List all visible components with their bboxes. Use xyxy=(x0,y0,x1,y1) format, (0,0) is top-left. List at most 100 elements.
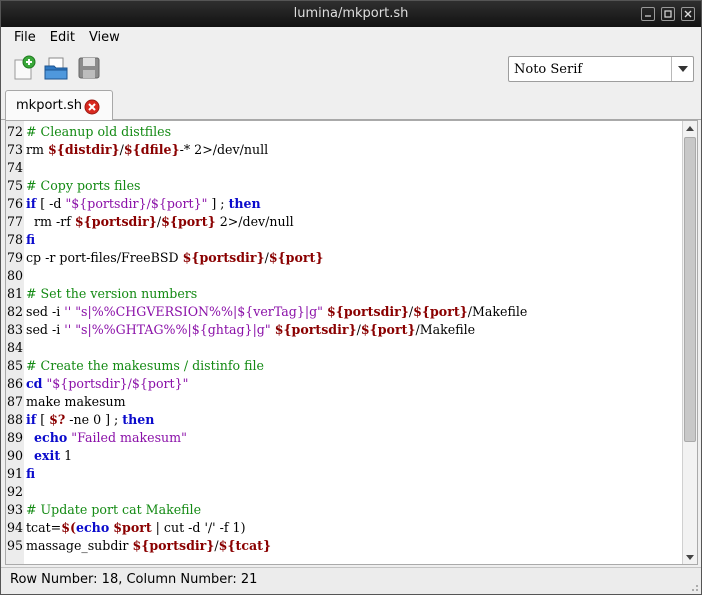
code-line[interactable]: 76 if [ -d "${portsdir}/${port}" ] ; then xyxy=(6,195,681,213)
code-line[interactable]: 91 fi xyxy=(6,465,681,483)
cursor-position: Row Number: 18, Column Number: 21 xyxy=(10,572,258,587)
line-number: 95 xyxy=(7,538,24,553)
line-number: 94 xyxy=(7,520,24,535)
plain-token: sed -i xyxy=(26,304,65,319)
resize-grip-icon[interactable] xyxy=(689,582,699,592)
plain-token: -* 2>/dev/null xyxy=(179,142,269,157)
plain-token: 1 xyxy=(60,448,73,463)
variable-token: ${portsdir} xyxy=(74,214,157,229)
plain-token: [ xyxy=(36,412,50,427)
window-title: lumina/mkport.sh xyxy=(293,6,409,21)
new-file-button[interactable] xyxy=(11,55,37,81)
code-line[interactable]: 75 # Copy ports files xyxy=(6,177,681,195)
plain-token: cp -r port-files/FreeBSD xyxy=(26,250,183,265)
keyword-token: then xyxy=(228,196,261,211)
line-number: 90 xyxy=(7,448,24,463)
keyword-token: echo xyxy=(75,520,110,535)
code-line[interactable]: 81 # Set the version numbers xyxy=(6,285,681,303)
font-selector[interactable]: Noto Serif xyxy=(508,56,694,82)
tab-bar: mkport.sh xyxy=(1,87,701,121)
close-window-button[interactable] xyxy=(681,7,695,21)
code-line[interactable]: 79 cp -r port-files/FreeBSD ${portsdir}/$… xyxy=(6,249,681,267)
code-line[interactable]: 94 tcat=$(echo $port | cut -d '/' -f 1) xyxy=(6,519,681,537)
plain-token: rm xyxy=(26,142,48,157)
line-number: 88 xyxy=(7,412,24,427)
plain-token: | cut -d '/' -f 1) xyxy=(151,520,246,535)
line-number: 74 xyxy=(7,160,24,175)
code-line[interactable]: 73 rm ${distdir}/${dfile}-* 2>/dev/null xyxy=(6,141,681,159)
variable-token: $? xyxy=(49,412,66,427)
close-tab-icon[interactable] xyxy=(84,99,100,115)
line-number: 78 xyxy=(7,232,24,247)
string-token: "${portsdir}/${port}" xyxy=(65,196,208,211)
title-bar[interactable]: lumina/mkport.sh xyxy=(1,1,701,27)
code-line[interactable]: 87 make makesum xyxy=(6,393,681,411)
line-number: 84 xyxy=(7,340,24,355)
code-line[interactable]: 84 xyxy=(6,339,681,357)
plain-token: /Makefile xyxy=(415,322,476,337)
minimize-button[interactable] xyxy=(641,7,655,21)
line-number: 77 xyxy=(7,214,24,229)
editor-window: lumina/mkport.sh File Edit View Noto Ser… xyxy=(0,0,702,595)
code-text: # Set the version numbers xyxy=(24,285,197,303)
code-lines[interactable]: 72 # Cleanup old distfiles 73 rm ${distdir}… xyxy=(6,123,681,555)
code-line[interactable]: 85 # Create the makesums / distinfo file xyxy=(6,357,681,375)
code-line[interactable]: 92 xyxy=(6,483,681,501)
maximize-button[interactable] xyxy=(661,7,675,21)
menu-file[interactable]: File xyxy=(7,27,43,49)
code-line[interactable]: 74 xyxy=(6,159,681,177)
variable-token: ${portsdir} xyxy=(274,322,357,337)
tab-mkport[interactable]: mkport.sh xyxy=(5,90,113,121)
line-number: 72 xyxy=(7,124,24,139)
code-line[interactable]: 88 if [ $? -ne 0 ] ; then xyxy=(6,411,681,429)
plain-token: -ne 0 ] ; xyxy=(65,412,123,427)
code-line[interactable]: 89 echo "Failed makesum" xyxy=(6,429,681,447)
chevron-down-icon xyxy=(677,66,688,72)
variable-token: ${port} xyxy=(360,322,416,337)
code-line[interactable]: 82 sed -i '' "s|%%CHGVERSION%%|${verTag}|… xyxy=(6,303,681,321)
code-text: fi xyxy=(24,465,35,483)
code-text: rm -rf ${portsdir}/${port} 2>/dev/null xyxy=(24,213,294,231)
code-line[interactable]: 78 fi xyxy=(6,231,681,249)
line-number: 86 xyxy=(7,376,24,391)
code-line[interactable]: 90 exit 1 xyxy=(6,447,681,465)
line-number: 89 xyxy=(7,430,24,445)
keyword-token: if xyxy=(26,196,37,211)
code-line[interactable]: 72 # Cleanup old distfiles xyxy=(6,123,681,141)
variable-token: ${distdir} xyxy=(47,142,120,157)
close-icon xyxy=(684,10,692,18)
vertical-scrollbar[interactable] xyxy=(682,121,697,564)
code-text: if [ $? -ne 0 ] ; then xyxy=(24,411,154,429)
code-line[interactable]: 95 massage_subdir ${portsdir}/${tcat} xyxy=(6,537,681,555)
code-text: exit 1 xyxy=(24,447,72,465)
code-line[interactable]: 86 cd "${portsdir}/${port}" xyxy=(6,375,681,393)
scroll-thumb[interactable] xyxy=(684,137,696,442)
code-line[interactable]: 77 rm -rf ${portsdir}/${port} 2>/dev/nul… xyxy=(6,213,681,231)
plain-token: rm -rf xyxy=(26,214,75,229)
code-editor[interactable]: 72 # Cleanup old distfiles 73 rm ${distdir}… xyxy=(5,120,698,565)
open-file-button[interactable] xyxy=(43,55,69,81)
scroll-down-button[interactable] xyxy=(683,550,697,564)
code-text: sed -i '' "s|%%GHTAG%%|${ghtag}|g" ${por… xyxy=(24,321,475,339)
arrow-down-icon xyxy=(686,554,694,560)
menu-view[interactable]: View xyxy=(82,27,127,49)
line-number: 85 xyxy=(7,358,24,373)
code-text: make makesum xyxy=(24,393,126,411)
variable-token: ${port} xyxy=(268,250,324,265)
menu-edit[interactable]: Edit xyxy=(43,27,82,49)
code-line[interactable]: 93 # Update port cat Makefile xyxy=(6,501,681,519)
code-text: if [ -d "${portsdir}/${port}" ] ; then xyxy=(24,195,261,213)
plain-token: sed -i xyxy=(26,322,65,337)
code-text: rm ${distdir}/${dfile}-* 2>/dev/null xyxy=(24,141,268,159)
scroll-up-button[interactable] xyxy=(683,121,697,135)
line-number: 93 xyxy=(7,502,24,517)
code-line[interactable]: 80 xyxy=(6,267,681,285)
code-line[interactable]: 83 sed -i '' "s|%%GHTAG%%|${ghtag}|g" ${p… xyxy=(6,321,681,339)
font-dropdown-button[interactable] xyxy=(671,57,693,81)
string-token: "${portsdir}/${port}" xyxy=(46,376,189,391)
line-number: 73 xyxy=(7,142,24,157)
save-button[interactable] xyxy=(76,55,102,81)
